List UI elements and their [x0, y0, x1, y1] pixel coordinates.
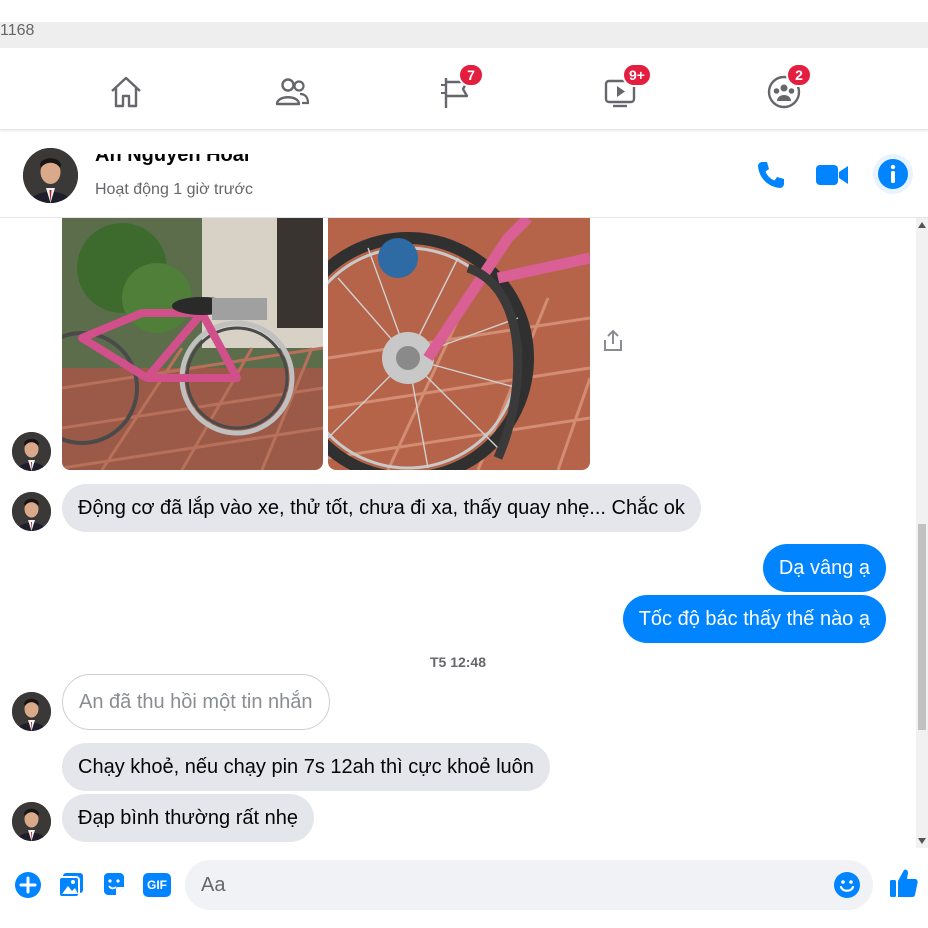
avatar-image — [12, 432, 51, 471]
bicycle-photo-1[interactable] — [62, 218, 323, 470]
friends-icon — [275, 78, 310, 106]
sender-avatar[interactable] — [12, 432, 51, 471]
pages-badge: 7 — [458, 63, 484, 87]
message-input[interactable] — [201, 860, 821, 910]
groups-badge: 2 — [786, 63, 812, 87]
facebook-nav: 7 9+ 2 — [0, 52, 928, 130]
messenger-window: 1168 7 9+ 2 An Nguyễn Hoài Hoạt động 1 g… — [0, 0, 928, 928]
like-button[interactable] — [887, 866, 921, 900]
sender-avatar[interactable] — [12, 802, 51, 841]
voice-call-button[interactable] — [752, 156, 790, 194]
sender-avatar[interactable] — [12, 692, 51, 731]
video-camera-icon — [816, 165, 848, 185]
gif-icon: GIF — [143, 873, 171, 897]
phone-icon — [758, 162, 784, 188]
avatar-image — [12, 492, 51, 531]
incoming-message[interactable]: Động cơ đã lắp vào xe, thử tốt, chưa đi … — [62, 484, 701, 532]
emoji-button[interactable] — [833, 871, 861, 899]
nav-home[interactable] — [104, 70, 148, 114]
share-button[interactable] — [600, 328, 626, 354]
avatar-image — [23, 148, 78, 203]
bicycle-photo-1-image — [62, 218, 323, 470]
more-actions-button[interactable] — [13, 870, 43, 900]
nav-pages[interactable]: 7 — [434, 63, 484, 114]
scroll-down-arrow-icon[interactable] — [918, 838, 926, 844]
url-bar[interactable]: 1168 — [0, 22, 928, 48]
nav-friends[interactable] — [270, 70, 314, 114]
message-timestamp: T5 12:48 — [429, 654, 487, 670]
message-scrollbar[interactable] — [916, 218, 928, 848]
avatar-image — [12, 802, 51, 841]
scroll-up-arrow-icon[interactable] — [918, 222, 926, 228]
outgoing-message[interactable]: Dạ vâng ạ — [762, 544, 886, 592]
nav-watch[interactable]: 9+ — [598, 63, 652, 114]
contact-avatar[interactable] — [23, 148, 78, 203]
video-call-button[interactable] — [813, 156, 851, 194]
smiley-icon — [834, 872, 860, 898]
plus-circle-icon — [15, 872, 41, 898]
conversation-info-button[interactable] — [873, 154, 913, 194]
url-fragment: 1168 — [0, 22, 35, 39]
thumbs-up-icon — [890, 869, 918, 897]
photo-icon — [58, 873, 83, 898]
contact-name[interactable]: An Nguyễn Hoài — [95, 154, 249, 170]
incoming-message[interactable]: Đạp bình thường rất nhẹ — [62, 794, 314, 842]
sticker-icon — [104, 873, 124, 895]
scrollbar-thumb[interactable] — [918, 524, 926, 730]
gif-button[interactable]: GIF — [142, 870, 172, 900]
home-icon — [111, 76, 141, 108]
avatar-image — [12, 692, 51, 731]
recalled-message: An đã thu hồi một tin nhắn — [62, 674, 330, 730]
contact-status: Hoạt động 1 giờ trước — [95, 181, 253, 198]
watch-badge: 9+ — [622, 63, 652, 87]
outgoing-message[interactable]: Tốc độ bác thấy thế nào ạ — [622, 595, 886, 643]
info-icon — [878, 159, 908, 189]
sticker-button[interactable] — [99, 870, 129, 900]
nav-groups[interactable]: 2 — [762, 63, 812, 114]
bicycle-photo-2-image — [328, 218, 590, 470]
bicycle-photo-2[interactable] — [328, 218, 590, 470]
sender-avatar[interactable] — [12, 492, 51, 531]
message-list[interactable]: Động cơ đã lắp vào xe, thử tốt, chưa đi … — [0, 218, 916, 848]
share-icon — [604, 329, 622, 351]
chat-header: An Nguyễn Hoài Hoạt động 1 giờ trước — [0, 132, 928, 218]
incoming-message[interactable]: Chạy khoẻ, nếu chạy pin 7s 12ah thì cực … — [62, 743, 550, 791]
message-input-box[interactable] — [185, 860, 873, 910]
attach-photo-button[interactable] — [56, 870, 86, 900]
message-composer: GIF — [0, 848, 928, 910]
